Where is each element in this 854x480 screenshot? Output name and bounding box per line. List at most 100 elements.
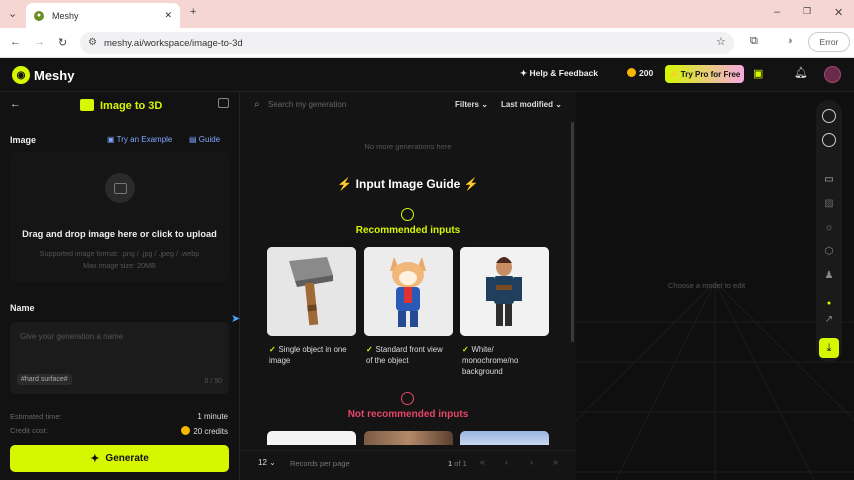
browser-tab[interactable]: ● Meshy ✕: [26, 3, 180, 28]
site-info-icon[interactable]: ⚙: [88, 37, 97, 48]
name-input[interactable]: Give your generation a name #hard surfac…: [10, 322, 229, 394]
image-mode-icon: [80, 99, 94, 111]
page-total: of 1: [454, 459, 467, 468]
sun-icon[interactable]: ☼: [822, 220, 836, 234]
maximize-icon[interactable]: ❐: [803, 6, 811, 17]
meshy-logo[interactable]: ◉ Meshy: [12, 66, 74, 84]
url-text: meshy.ai/workspace/image-to-3d: [104, 37, 243, 49]
wireframe-icon[interactable]: ▨: [822, 196, 836, 210]
minimize-icon[interactable]: –: [774, 6, 780, 18]
sort-label: Last modified: [501, 100, 554, 109]
coin-icon: [181, 426, 191, 435]
example-image-pirate-character: [460, 247, 549, 336]
chevron-down-icon: ⌄: [479, 100, 488, 109]
viewport-placeholder-text: Choose a model to edit: [668, 281, 746, 290]
browser-tab-bar: ⌄ ● Meshy ✕ + – ❐ ✕: [0, 0, 854, 28]
example-image-hammer: [267, 247, 356, 336]
guide-label: Guide: [198, 135, 221, 144]
gallery-icon: ▣: [107, 135, 117, 144]
coin-icon: [627, 68, 636, 77]
sort-dropdown[interactable]: Last modified ⌄: [501, 100, 562, 109]
pagination-bar: 12 ⌄ Records per page 1 of 1 « ‹ › »: [240, 450, 576, 480]
download-button[interactable]: ⤓: [819, 338, 839, 358]
first-page-icon[interactable]: «: [480, 457, 485, 467]
bolt-icon: ⚡: [337, 177, 356, 191]
extensions-icon[interactable]: ⧉: [750, 35, 758, 48]
try-pro-label: Try Pro for Free: [680, 69, 741, 79]
credit-cost-label: Credit cost:: [10, 426, 48, 435]
animate-figure-icon[interactable]: ♟: [822, 268, 836, 282]
share-icon[interactable]: ↗: [822, 312, 836, 326]
credit-coin-icon: ●: [826, 299, 832, 307]
check-icon: ✓: [269, 345, 276, 354]
check-icon: ✓: [462, 345, 469, 354]
try-example-label: Try an Example: [116, 135, 173, 144]
chevron-down-icon: ⌄: [266, 458, 276, 467]
cube-icon[interactable]: ⬡: [822, 244, 836, 258]
page-info: 1 of 1: [448, 459, 467, 468]
try-example-link[interactable]: ▣ Try an Example: [107, 135, 172, 144]
book-icon: ▤: [189, 135, 199, 144]
generate-button[interactable]: ✦ Generate: [10, 445, 229, 472]
guide-link[interactable]: ▤ Guide: [189, 135, 220, 144]
bookmark-star-icon[interactable]: ☆: [716, 35, 726, 48]
generations-panel: ⌕ Filters ⌄ Last modified ⌄ No more gene…: [240, 92, 576, 480]
panel-title: Image to 3D: [80, 99, 162, 112]
dropzone-instruction: Drag and drop image here or click to upl…: [22, 229, 217, 239]
credit-cost-text: 20 credits: [193, 427, 228, 436]
monitor-icon[interactable]: ▭: [822, 172, 836, 186]
per-page-value: 12: [258, 458, 267, 467]
name-section-label: Name: [10, 303, 35, 313]
next-page-icon[interactable]: ›: [530, 457, 533, 467]
close-tab-icon[interactable]: ✕: [164, 10, 172, 21]
back-icon[interactable]: ←: [10, 36, 21, 48]
smile-icon: [401, 208, 414, 221]
last-page-icon[interactable]: »: [553, 457, 558, 467]
meshy-logo-icon: ◉: [12, 66, 30, 84]
meshy-favicon-icon: ●: [34, 10, 44, 21]
generate-label: Generate: [105, 453, 149, 464]
forward-icon[interactable]: →: [34, 36, 45, 48]
recommended-caption-3: ✓ White/ monochrome/no background: [462, 344, 547, 377]
credit-cost-value: 20 credits: [181, 426, 228, 436]
url-field[interactable]: ⚙ meshy.ai/workspace/image-to-3d: [80, 32, 734, 54]
new-tab-icon[interactable]: +: [190, 6, 196, 18]
prev-page-icon[interactable]: ‹: [505, 457, 508, 467]
caption-text: Single object in one image: [269, 345, 347, 365]
bad-example-image-scene: [460, 431, 549, 445]
search-input[interactable]: [268, 97, 408, 111]
panel-title-text: Image to 3D: [100, 100, 163, 112]
tab-search-icon[interactable]: ⌄: [8, 7, 17, 20]
collapse-panel-icon[interactable]: [218, 98, 229, 108]
notification-bell-icon[interactable]: 🔔︎: [794, 66, 808, 79]
gift-icon[interactable]: ▣: [753, 67, 763, 80]
style-tag[interactable]: #hard surface#: [17, 374, 72, 385]
image-upload-dropzone[interactable]: Drag and drop image here or click to upl…: [10, 152, 229, 282]
check-icon: ✓: [366, 345, 373, 354]
help-feedback-button[interactable]: ✦ Help & Feedback: [520, 68, 598, 79]
guide-heading-text: Input Image Guide: [355, 177, 461, 191]
material-sphere-icon[interactable]: [822, 133, 836, 147]
reload-icon[interactable]: ↻: [58, 36, 67, 49]
error-button[interactable]: Error: [808, 32, 850, 52]
bolt-icon: ⚡: [460, 177, 479, 191]
3d-viewport[interactable]: Choose a model to edit ▭ ▨ ☼ ⬡ ♟ ● ↗ ⤓: [576, 92, 854, 480]
profile-icon[interactable]: ◑: [786, 35, 793, 47]
lighting-toggle-icon[interactable]: [822, 109, 836, 123]
example-image-cat-character: [364, 247, 453, 336]
credits-badge[interactable]: 200: [627, 68, 653, 78]
filters-dropdown[interactable]: Filters ⌄: [455, 100, 488, 109]
address-bar-row: ← → ↻ ⚙ meshy.ai/workspace/image-to-3d ☆…: [0, 28, 854, 58]
user-avatar[interactable]: [824, 66, 841, 83]
image-section-label: Image: [10, 135, 37, 145]
back-arrow-icon[interactable]: ←: [10, 98, 21, 110]
per-page-label: Records per page: [290, 459, 350, 468]
caption-text: White/ monochrome/no background: [462, 345, 519, 376]
per-page-select[interactable]: 12 ⌄: [258, 458, 276, 467]
recommended-heading: Recommended inputs: [355, 225, 461, 236]
bad-example-image-sketch: [267, 431, 356, 445]
tab-title: Meshy: [52, 10, 79, 21]
estimated-time-label: Estimated time:: [10, 412, 62, 421]
try-pro-button[interactable]: ⚡ Try Pro for Free: [665, 65, 744, 83]
close-window-icon[interactable]: ✕: [834, 6, 843, 19]
